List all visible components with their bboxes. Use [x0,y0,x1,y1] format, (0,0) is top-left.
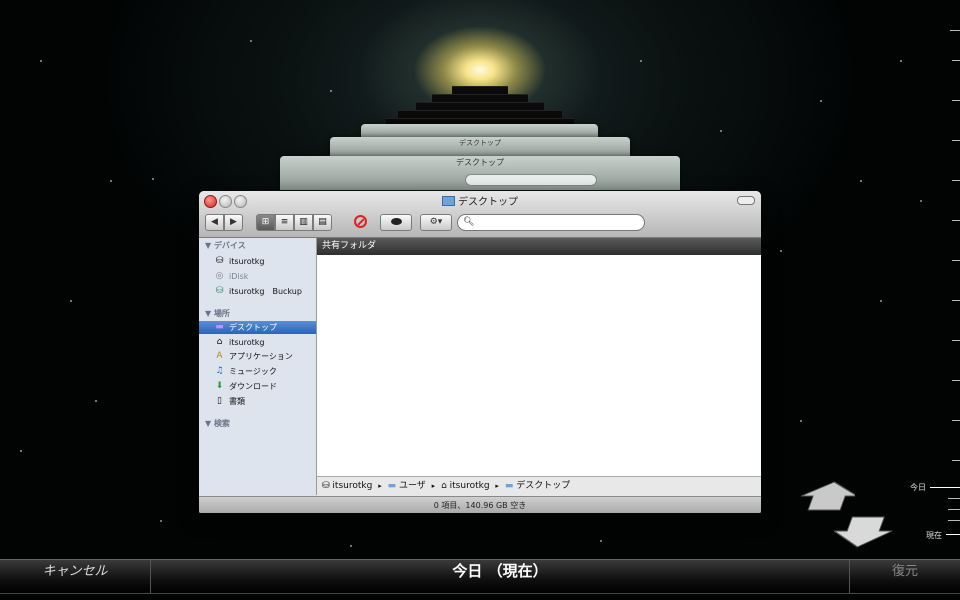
search-icon: 🔍︎ [463,217,475,227]
drive-icon: ⛁ [215,256,224,266]
path-item-drive[interactable]: itsurotkg [332,477,372,495]
path-separator: ▸ [378,482,382,490]
forward-button[interactable]: ▶ [224,214,243,231]
path-item-home[interactable]: itsurotkg [450,477,490,495]
ghost-search-field [465,174,597,186]
toolbar-toggle-button[interactable] [737,196,755,205]
sidebar-section-places: ▼ 場所 [205,309,230,318]
cancel-button[interactable]: キャンセル [0,560,151,593]
sidebar-section-search: ▼ 検索 [205,419,230,428]
current-time-label: 今日 （現在） [452,562,548,580]
search-field[interactable]: 🔍︎ [457,214,645,231]
shared-folder-header: 共有フォルダ [317,238,761,255]
ghost-window-title: デスクトップ [459,139,501,147]
ghost-window-title: デスクトップ [456,158,504,167]
path-bar: ⛁ itsurotkg ▸ ▬ ユーザ ▸ ⌂ itsurotkg ▸ ▬ デス… [317,476,761,496]
applications-icon: A [216,351,223,361]
folder-icon [442,196,455,206]
sidebar-item-idisk[interactable]: ◎ iDisk [199,270,316,283]
ghost-window[interactable]: デスクトップ [280,156,680,190]
window-title: デスクトップ [199,193,761,208]
forward-in-time-arrow[interactable] [830,515,896,549]
sidebar-item-home[interactable]: ⌂ itsurotkg [199,336,316,349]
gear-icon: ⚙▾ [429,217,443,227]
column-view-button[interactable]: ▥ [294,214,313,231]
path-separator: ▸ [431,482,436,490]
window-title-text: デスクトップ [458,197,518,208]
quick-look-button[interactable] [380,214,412,231]
sidebar-section-devices: ▼ デバイス [205,241,246,250]
backup-drive-icon: ⛁ [215,286,224,296]
content-area[interactable]: 共有フォルダ ⛁ itsurotkg ▸ ▬ ユーザ ▸ ⌂ itsurotkg… [317,238,761,496]
sidebar-item-desktop[interactable]: ▬ デスクトップ [199,321,316,334]
list-view-button[interactable]: ≡ [275,214,294,231]
documents-icon: ▯ [217,396,222,406]
desktop-icon: ▬ [215,322,224,332]
sidebar-item-downloads[interactable]: ⬇ ダウンロード [199,380,316,393]
sidebar-item-applications[interactable]: A アプリケーション [199,350,316,363]
idisk-icon: ◎ [215,271,224,281]
ghost-window[interactable]: デスクトップ [330,137,630,157]
restore-button[interactable]: 復元 [849,560,960,593]
path-separator: ▸ [495,482,499,490]
sidebar-item-itsurotkg-drive[interactable]: ⛁ itsurotkg [199,255,316,268]
back-in-time-arrow[interactable] [795,480,858,512]
coverflow-view-button[interactable]: ▤ [313,214,332,231]
home-icon: ⌂ [216,337,223,347]
back-button[interactable]: ◀ [205,214,224,231]
home-icon: ⌂ [441,481,447,491]
path-item-desktop[interactable]: デスクトップ [516,477,570,495]
time-machine-bar: キャンセル 今日 （現在） 復元 [0,559,960,594]
sidebar: ▼ デバイス ⛁ itsurotkg ◎ iDisk ⛁ itsurotkg Buck… [199,238,317,495]
folder-icon: ▬ [504,481,514,491]
title-bar[interactable]: デスクトップ ◀ ▶ ⊞ ≡ ▥ ▤ ⚙▾ 🔍︎ [199,191,761,238]
icon-view-button[interactable]: ⊞ [256,214,275,231]
action-menu-button[interactable]: ⚙▾ [420,214,452,231]
timeline-label-now[interactable]: 現在 [926,530,942,541]
sidebar-item-backup[interactable]: ⛁ itsurotkg Buckup [199,285,316,298]
users-folder-icon: ▬ [387,481,397,491]
finder-window[interactable]: デスクトップ ◀ ▶ ⊞ ≡ ▥ ▤ ⚙▾ 🔍︎ ▼ デバイス ⛁ itsurot… [199,191,761,513]
download-icon: ⬇ [215,381,224,391]
music-icon: ♫ [215,366,224,376]
status-bar: 0 項目、140.96 GB 空き [199,496,761,513]
eye-icon [390,218,402,225]
sidebar-item-documents[interactable]: ▯ 書類 [199,395,316,408]
path-item-users[interactable]: ユーザ [399,477,426,495]
timeline-label-today[interactable]: 今日 [910,482,926,493]
drive-icon: ⛁ [322,481,330,491]
sidebar-item-music[interactable]: ♫ ミュージック [199,365,316,378]
ghost-window[interactable] [361,124,598,138]
no-entry-icon[interactable] [354,215,367,228]
